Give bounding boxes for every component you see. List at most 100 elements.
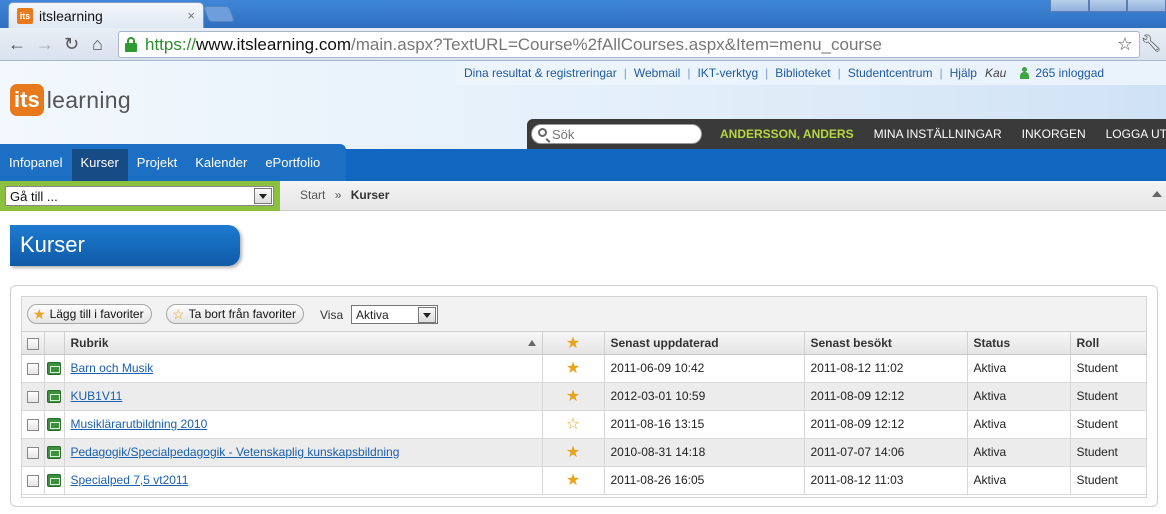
actions-bar: ★ Lägg till i favoriter ☆ Ta bort från f… <box>22 297 1146 332</box>
nav-infopanel[interactable]: Infopanel <box>0 149 72 181</box>
online-users-icon <box>1020 67 1030 79</box>
header-rubrik[interactable]: Rubrik <box>64 332 543 355</box>
updated-cell: 2011-06-09 10:42 <box>604 354 805 383</box>
visited-cell: 2011-08-12 11:02 <box>804 354 968 383</box>
wrench-menu-icon[interactable]: 🔧︎ <box>1140 34 1162 54</box>
visited-cell: 2011-07-07 14:06 <box>804 438 968 467</box>
toplink-help[interactable]: Hjälp <box>950 66 977 80</box>
status-cell: Aktiva <box>967 438 1071 467</box>
goto-panel: Gå till ... <box>0 181 280 211</box>
top-links: Dina resultat & registreringar | Webmail |… <box>456 61 1166 85</box>
breadcrumb-start[interactable]: Start <box>300 188 325 202</box>
forward-arrow-icon[interactable]: → <box>36 34 54 55</box>
minimize-button[interactable] <box>1050 0 1089 12</box>
nav-projekt[interactable]: Projekt <box>128 149 186 181</box>
username-link[interactable]: ANDERSSON, ANDERS <box>720 127 854 141</box>
course-icon <box>47 446 61 460</box>
visa-select[interactable]: Aktiva <box>351 305 438 324</box>
nav-eportfolio[interactable]: ePortfolio <box>256 149 329 181</box>
course-link[interactable]: Barn och Musik <box>71 361 154 375</box>
online-count-link[interactable]: 265 inloggad <box>1035 66 1104 80</box>
header-updated[interactable]: Senast uppdaterad <box>604 332 805 355</box>
user-bar: ANDERSSON, ANDERS MINA INSTÄLLNINGAR INK… <box>527 119 1166 149</box>
maximize-button[interactable] <box>1088 0 1128 12</box>
updated-cell: 2012-03-01 10:59 <box>604 382 805 411</box>
nav-kalender[interactable]: Kalender <box>186 149 256 181</box>
bookmark-star-icon[interactable]: ☆ <box>1117 34 1133 55</box>
page-title-tab: Kurser <box>10 225 240 266</box>
row-checkbox[interactable] <box>26 474 39 487</box>
back-arrow-icon[interactable]: ← <box>8 34 26 55</box>
table-row: Specialped 7,5 vt2011 ★ 2011-08-26 16:05 20… <box>22 466 1147 495</box>
tab-title: itslearning <box>39 8 103 24</box>
reload-icon[interactable]: ↻ <box>64 34 79 55</box>
home-icon[interactable]: ⌂ <box>92 34 103 55</box>
toplink-library[interactable]: Biblioteket <box>775 66 830 80</box>
row-checkbox[interactable] <box>26 446 39 459</box>
chevron-down-icon[interactable] <box>418 307 436 323</box>
toplink-studentcentrum[interactable]: Studentcentrum <box>848 66 933 80</box>
star-outline-icon[interactable]: ☆ <box>566 416 580 433</box>
browser-toolbar: ← → ↻ ⌂ https://www.itslearning.com/main… <box>0 28 1166 61</box>
close-window-button[interactable] <box>1127 0 1166 12</box>
visited-cell: 2011-08-12 11:03 <box>804 466 968 495</box>
breadcrumb-current: Kurser <box>350 188 390 202</box>
star-icon: ★ <box>565 334 581 352</box>
org-name: Kau <box>984 66 1007 80</box>
toplink-results[interactable]: Dina resultat & registreringar <box>464 66 617 80</box>
site-header: its learning Dina resultat & registrerin… <box>0 61 1166 149</box>
page-title: Kurser <box>20 232 85 257</box>
table-header-row: Rubrik ★ Senast uppdaterad Senast besökt… <box>22 332 1147 355</box>
course-link[interactable]: Musiklärarutbildning 2010 <box>71 417 208 431</box>
search-icon <box>538 128 547 137</box>
header-visited[interactable]: Senast besökt <box>804 332 968 355</box>
course-icon <box>47 362 61 376</box>
chevron-down-icon[interactable] <box>254 188 272 204</box>
my-settings-link[interactable]: MINA INSTÄLLNINGAR <box>874 127 1002 141</box>
search-box[interactable] <box>531 124 702 144</box>
breadcrumb: Start » Kurser <box>300 188 389 202</box>
favorite-star-icon[interactable]: ★ <box>566 444 580 461</box>
table-row: Barn och Musik ★ 2011-06-09 10:42 2011-08-1… <box>22 354 1147 383</box>
status-cell: Aktiva <box>967 354 1071 383</box>
courses-table: Rubrik ★ Senast uppdaterad Senast besökt… <box>22 332 1147 495</box>
visited-cell: 2011-08-09 12:12 <box>804 382 968 411</box>
row-checkbox[interactable] <box>26 362 39 375</box>
main-nav: Infopanel Kurser Projekt Kalender ePortf… <box>0 144 1166 181</box>
browser-tab[interactable]: its itslearning × <box>8 2 204 28</box>
add-favorite-button[interactable]: ★ Lägg till i favoriter <box>27 304 152 324</box>
toplink-webmail[interactable]: Webmail <box>634 66 680 80</box>
close-tab-icon[interactable]: × <box>187 8 195 23</box>
course-link[interactable]: KUB1V11 <box>71 389 123 403</box>
row-checkbox[interactable] <box>26 390 39 403</box>
course-link[interactable]: Specialped 7,5 vt2011 <box>71 473 189 487</box>
logout-link[interactable]: LOGGA UT <box>1106 127 1166 141</box>
inbox-link[interactable]: INKORGEN <box>1022 127 1086 141</box>
ssl-lock-icon <box>125 37 137 52</box>
header-status[interactable]: Status <box>967 332 1071 355</box>
window-controls <box>1050 0 1166 20</box>
header-favorite[interactable]: ★ <box>542 332 605 355</box>
visited-cell: 2011-08-09 12:12 <box>804 410 968 439</box>
favorite-star-icon[interactable]: ★ <box>566 360 580 377</box>
nav-kurser[interactable]: Kurser <box>71 149 128 181</box>
collapse-up-icon[interactable] <box>1152 191 1162 197</box>
sort-ascending-icon <box>527 340 536 346</box>
address-bar[interactable]: https://www.itslearning.com/main.aspx?Te… <box>118 31 1140 58</box>
search-input[interactable] <box>552 127 697 142</box>
favorite-star-icon[interactable]: ★ <box>566 388 580 405</box>
url-text[interactable]: https://www.itslearning.com/main.aspx?Te… <box>145 35 882 55</box>
toplink-ikt[interactable]: IKT-verktyg <box>697 66 758 80</box>
new-tab-button[interactable] <box>203 6 235 22</box>
itslearning-logo[interactable]: its learning <box>10 83 131 117</box>
browser-tabstrip: its itslearning × <box>0 0 1166 28</box>
header-role[interactable]: Roll <box>1070 332 1147 355</box>
select-all-checkbox[interactable] <box>26 337 39 350</box>
favorite-star-icon[interactable]: ★ <box>566 472 580 489</box>
remove-favorite-button[interactable]: ☆ Ta bort från favoriter <box>166 304 304 324</box>
row-checkbox[interactable] <box>26 418 39 431</box>
course-link[interactable]: Pedagogik/Specialpedagogik - Vetenskapli… <box>71 445 400 459</box>
courses-list: ★ Lägg till i favoriter ☆ Ta bort från f… <box>21 296 1147 498</box>
sub-bar: Gå till ... Start » Kurser <box>0 181 1166 211</box>
goto-select[interactable]: Gå till ... <box>5 186 274 206</box>
